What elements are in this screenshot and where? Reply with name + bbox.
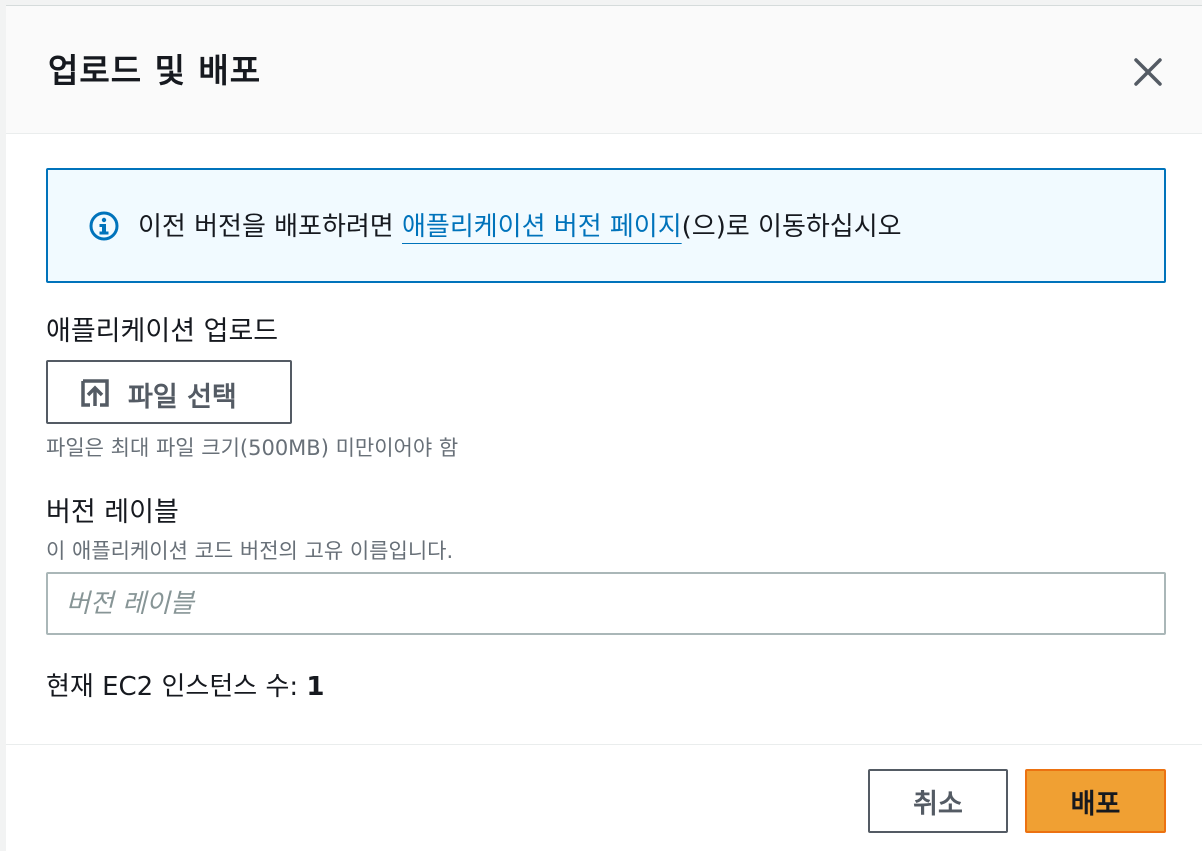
close-icon [1134, 58, 1162, 86]
deploy-button[interactable]: 배포 [1025, 769, 1166, 833]
upload-deploy-modal: 업로드 및 배포 이전 버전을 배포하려면 애플리케이션 버전 페이지(으)로 … [6, 5, 1202, 851]
version-label-input[interactable] [46, 572, 1166, 635]
application-versions-link[interactable]: 애플리케이션 버전 페이지 [402, 212, 682, 242]
modal-title: 업로드 및 배포 [48, 51, 262, 90]
instance-count-label: 현재 EC2 인스턴스 수: [46, 672, 307, 702]
cancel-button[interactable]: 취소 [868, 769, 1008, 833]
modal-header: 업로드 및 배포 [6, 6, 1202, 134]
version-label-title: 버전 레이블 [46, 497, 179, 528]
alert-text-before: 이전 버전을 배포하려면 [138, 212, 402, 242]
version-label-description: 이 애플리케이션 코드 버전의 고유 이름입니다. [46, 539, 454, 563]
choose-file-button[interactable]: 파일 선택 [46, 360, 292, 424]
info-icon [89, 211, 119, 241]
alert-text-after: (으)로 이동하십시오 [681, 212, 902, 242]
ec2-instance-count: 현재 EC2 인스턴스 수: 1 [46, 666, 324, 703]
upload-icon [81, 379, 109, 407]
close-button[interactable] [1126, 50, 1170, 94]
footer-divider [6, 744, 1202, 745]
upload-label: 애플리케이션 업로드 [46, 316, 279, 347]
upload-hint: 파일은 최대 파일 크기(500MB) 미만이어야 함 [46, 436, 459, 460]
choose-file-label: 파일 선택 [128, 382, 237, 413]
instance-count-value: 1 [306, 672, 325, 702]
alert-message: 이전 버전을 배포하려면 애플리케이션 버전 페이지(으)로 이동하십시오 [138, 206, 902, 243]
info-alert: 이전 버전을 배포하려면 애플리케이션 버전 페이지(으)로 이동하십시오 [46, 168, 1166, 283]
